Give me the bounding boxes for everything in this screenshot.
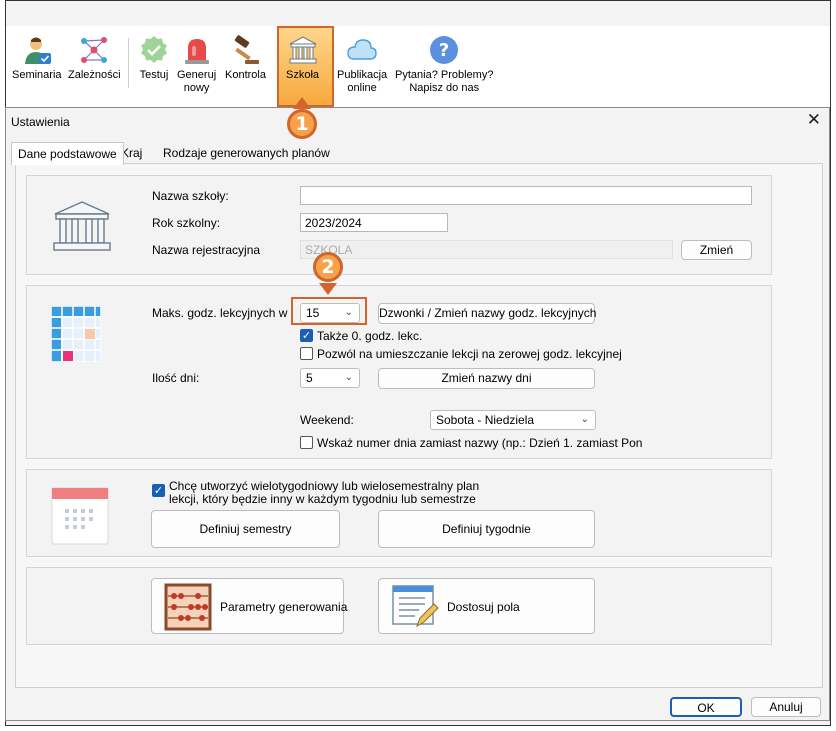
days-label: Ilość dni: <box>152 371 200 385</box>
checkbox-checked-icon: ✓ <box>152 484 165 497</box>
tab-rodzaje-planow[interactable]: Rodzaje generowanych planów <box>157 142 336 164</box>
close-icon[interactable]: ✕ <box>807 111 821 128</box>
weekend-value: Sobota - Niedziela <box>436 413 535 427</box>
publikacja-online-button[interactable]: Publikacja online <box>337 34 387 95</box>
person-check-icon <box>24 37 51 64</box>
tab-dane-podstawowe[interactable]: Dane podstawowe <box>11 142 124 165</box>
alarm-siren-icon <box>184 39 209 64</box>
pytania-button[interactable]: ? Pytania? Problemy? Napisz do nas <box>395 34 493 95</box>
rename-days-button[interactable]: Zmień nazwy dni <box>378 368 595 389</box>
generuj-label-1: Generuj <box>177 69 217 81</box>
multiweek-group: ✓ Chcę utworzyć wielotygodniowy lub wiel… <box>26 469 772 557</box>
chevron-down-icon: ⌄ <box>580 414 589 425</box>
school-name-label: Nazwa szkoły: <box>152 189 229 203</box>
question-icon: ? <box>430 36 459 64</box>
fields-button[interactable]: Dostosuj pola <box>378 578 595 634</box>
chevron-down-icon: ⌄ <box>344 372 353 383</box>
badge-check-icon <box>141 36 167 63</box>
calendar-icon <box>51 487 109 545</box>
cancel-button[interactable]: Anuluj <box>751 697 821 717</box>
tab-page: Nazwa szkoły: Rok szkolny: 2023/2024 Naz… <box>15 163 823 688</box>
szkola-label: Szkoła <box>286 69 320 81</box>
school-building-icon <box>53 201 111 251</box>
weekend-label: Weekend: <box>300 413 354 427</box>
allow-zero-checkbox[interactable]: Pozwól na umieszczanie lekcji na zerowej… <box>300 347 622 361</box>
seminaria-label: Seminaria <box>12 69 62 81</box>
params-label: Parametry generowania <box>220 600 348 614</box>
reg-name-input: SZKOLA <box>300 240 673 259</box>
multiweek-label-2: lekcji, który będzie inny w każdym tygod… <box>169 492 476 506</box>
publikacja-label-1: Publikacja <box>337 69 388 81</box>
abacus-icon <box>164 583 212 631</box>
form-edit-icon <box>392 585 439 628</box>
school-year-input[interactable]: 2023/2024 <box>300 213 448 232</box>
zaleznosci-label: Zależności <box>68 69 121 81</box>
also-zero-label: Także 0. godz. lekc. <box>317 329 423 343</box>
callout-1-badge: 1 <box>287 109 317 139</box>
checkbox-checked-icon: ✓ <box>300 329 313 342</box>
settings-dialog: Ustawienia ✕ Dane podstawowe Kraj Rodzaj… <box>5 107 830 721</box>
school-name-input[interactable] <box>300 186 752 205</box>
school-group: Nazwa szkoły: Rok szkolny: 2023/2024 Naz… <box>26 175 772 275</box>
bells-button[interactable]: Dzwonki / Zmień nazwy godz. lekcyjnych <box>378 303 596 324</box>
szkola-button[interactable]: Szkoła <box>286 34 319 82</box>
checkbox-unchecked-icon <box>300 347 313 360</box>
cloud-icon <box>347 39 377 60</box>
zaleznosci-button[interactable]: Zależności <box>68 34 121 82</box>
generuj-label-2: nowy <box>183 82 210 94</box>
change-reg-button[interactable]: Zmień <box>681 240 752 260</box>
tools-group: Parametry generowania Dostosuj pola <box>26 567 772 645</box>
dialog-title: Ustawienia <box>11 115 70 129</box>
max-hours-highlight <box>291 297 367 325</box>
reg-name-label: Nazwa rejestracyjna <box>152 243 261 257</box>
school-building-icon <box>289 36 317 64</box>
hours-group: Maks. godz. lekcyjnych w 15 ⌄ Dzwonki / … <box>26 285 772 459</box>
generuj-nowy-button[interactable]: Generuj nowy <box>177 34 216 95</box>
toolbar-separator <box>128 38 129 88</box>
also-zero-checkbox[interactable]: ✓ Także 0. godz. lekc. <box>300 329 422 343</box>
checkbox-unchecked-icon <box>300 436 313 449</box>
callout-2-arrow <box>319 283 337 295</box>
testuj-label: Testuj <box>139 69 169 81</box>
define-weeks-button[interactable]: Definiuj tygodnie <box>378 510 595 548</box>
ok-button[interactable]: OK <box>670 697 742 717</box>
fields-label: Dostosuj pola <box>447 600 520 614</box>
kontrola-button[interactable]: Kontrola <box>225 34 266 82</box>
define-semesters-button[interactable]: Definiuj semestry <box>151 510 340 548</box>
timetable-grid-icon <box>51 306 101 362</box>
pytania-label-2: Napisz do nas <box>409 82 480 94</box>
seminaria-button[interactable]: Seminaria <box>12 34 62 82</box>
allow-zero-label: Pozwól na umieszczanie lekcji na zerowej… <box>317 347 622 361</box>
callout-2-badge: 2 <box>313 252 343 282</box>
multiweek-checkbox[interactable]: ✓ Chcę utworzyć wielotygodniowy lub wiel… <box>152 480 479 506</box>
days-value: 5 <box>306 371 313 385</box>
pytania-label-1: Pytania? Problemy? <box>395 69 494 81</box>
day-number-checkbox[interactable]: Wskaż numer dnia zamiast nazwy (np.: Dzi… <box>300 436 642 450</box>
kontrola-label: Kontrola <box>225 69 266 81</box>
weekend-select[interactable]: Sobota - Niedziela ⌄ <box>430 410 596 430</box>
days-select[interactable]: 5 ⌄ <box>300 368 360 388</box>
callout-1-arrow <box>293 97 311 109</box>
testuj-button[interactable]: Testuj <box>138 34 170 82</box>
toolbar-ribbon: Seminaria Zależności Testuj Generuj nowy… <box>6 26 830 108</box>
day-number-label: Wskaż numer dnia zamiast nazwy (np.: Dzi… <box>317 436 643 450</box>
params-button[interactable]: Parametry generowania <box>151 578 348 634</box>
max-hours-label: Maks. godz. lekcyjnych w <box>152 306 288 320</box>
svg-text:?: ? <box>439 40 449 61</box>
publikacja-label-2: online <box>347 82 377 94</box>
network-nodes-icon <box>81 37 108 63</box>
gavel-icon <box>235 35 260 64</box>
school-year-label: Rok szkolny: <box>152 216 221 230</box>
